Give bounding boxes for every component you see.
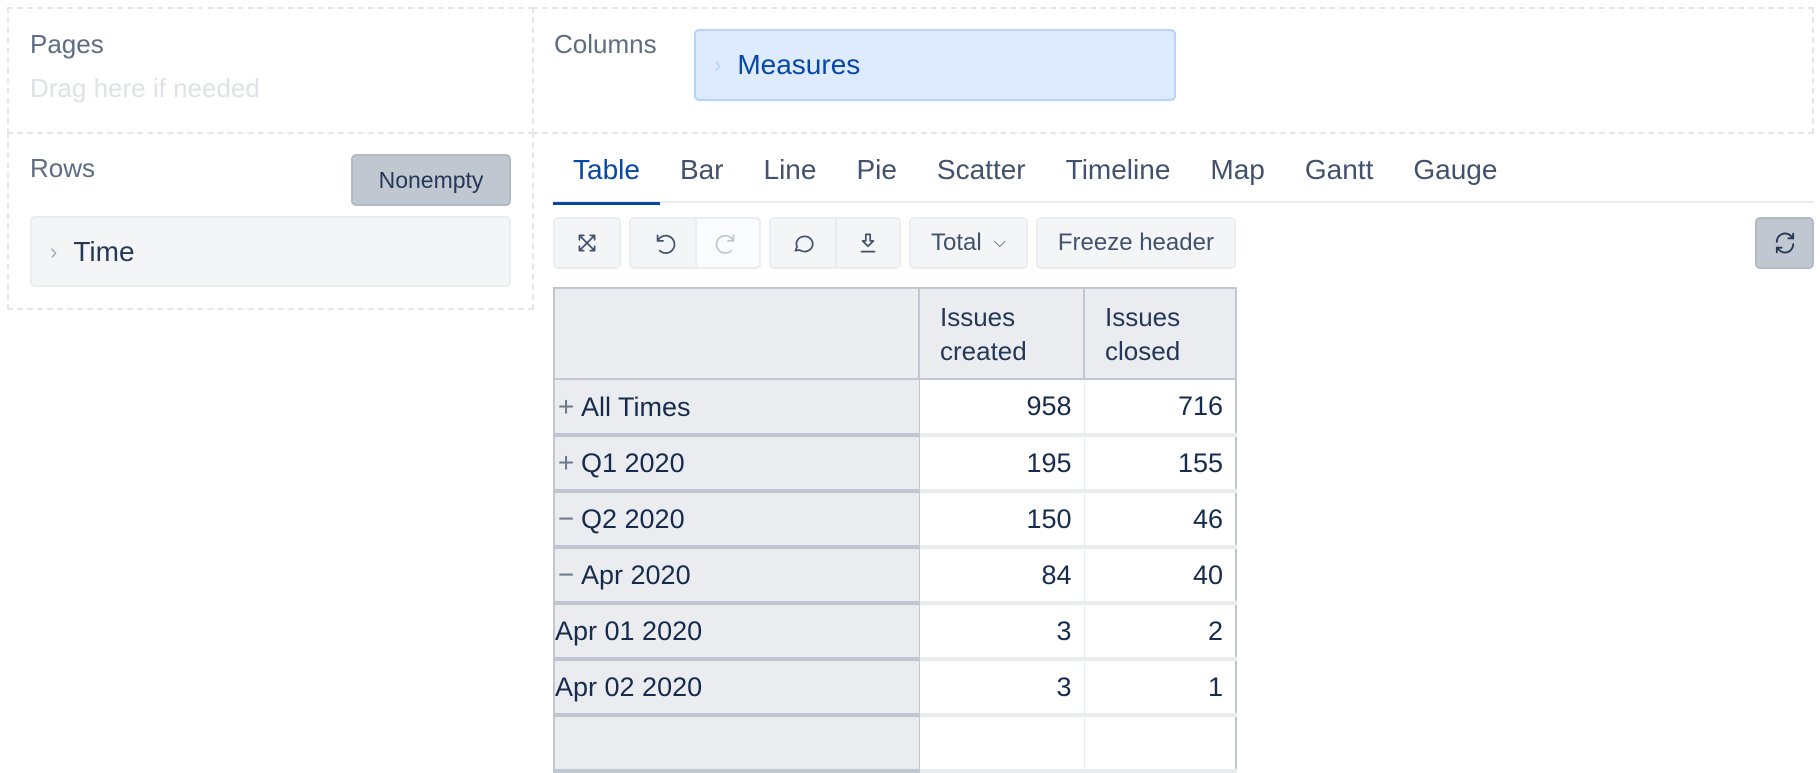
table-row: + Q1 2020 195 155 xyxy=(553,435,1237,493)
cell-issues-closed[interactable]: 2 xyxy=(1084,603,1237,661)
row-label: Apr 2020 xyxy=(581,560,691,590)
table-row: − Q2 2020 150 46 xyxy=(553,491,1237,549)
chevron-right-icon[interactable]: › xyxy=(714,52,721,78)
row-label: Q2 2020 xyxy=(581,504,685,534)
undo-icon xyxy=(656,234,676,254)
pages-hint: Drag here if needed xyxy=(30,73,260,103)
row-header[interactable]: − Apr 2020 xyxy=(553,547,920,605)
redo-icon xyxy=(715,234,735,254)
tab-bar[interactable]: Bar xyxy=(660,148,744,203)
tab-line[interactable]: Line xyxy=(744,148,837,203)
cell-issues-created[interactable]: 84 xyxy=(919,547,1085,605)
share-group xyxy=(769,217,901,269)
tab-gauge[interactable]: Gauge xyxy=(1393,148,1517,203)
table-row: + All Times 958 716 xyxy=(553,379,1237,437)
row-header[interactable]: Apr 02 2020 xyxy=(553,659,920,717)
rows-drop-zone[interactable]: Rows Nonempty › Time xyxy=(7,132,534,310)
row-header[interactable]: − Q2 2020 xyxy=(553,491,920,549)
corner-header xyxy=(553,287,920,380)
cell-issues-created[interactable]: 3 xyxy=(919,603,1085,661)
column-header-issues-created[interactable]: Issues created xyxy=(918,287,1085,380)
toolbar: Total ⌵ Freeze header xyxy=(553,217,1236,269)
cell-issues-closed[interactable] xyxy=(1084,715,1237,773)
expand-icon[interactable]: + xyxy=(555,447,577,479)
cell-issues-created[interactable]: 3 xyxy=(919,659,1085,717)
fullscreen-button[interactable] xyxy=(555,219,619,267)
fullscreen-group xyxy=(553,217,621,269)
download-icon xyxy=(860,233,876,253)
row-label: Apr 01 2020 xyxy=(555,615,703,646)
chevron-right-icon[interactable]: › xyxy=(50,239,57,265)
row-label: Q1 2020 xyxy=(581,448,685,478)
cell-issues-closed[interactable]: 1 xyxy=(1084,659,1237,717)
time-dimension-chip[interactable]: › Time xyxy=(30,216,511,287)
redo-button[interactable] xyxy=(695,219,759,267)
cell-issues-closed[interactable]: 46 xyxy=(1084,491,1237,549)
cell-issues-created[interactable]: 150 xyxy=(919,491,1085,549)
tab-table[interactable]: Table xyxy=(553,148,660,205)
row-header[interactable] xyxy=(553,715,920,773)
chevron-down-icon: ⌵ xyxy=(993,234,1006,251)
refresh-icon xyxy=(1775,232,1794,254)
comment-icon xyxy=(794,235,814,253)
collapse-icon[interactable]: − xyxy=(555,559,577,591)
row-label: Apr 02 2020 xyxy=(555,671,703,702)
measures-dimension-label: Measures xyxy=(737,49,861,80)
row-header[interactable]: + All Times xyxy=(553,379,920,437)
table-row xyxy=(553,715,1237,773)
comment-button[interactable] xyxy=(771,219,835,267)
cell-issues-closed[interactable]: 155 xyxy=(1084,435,1237,493)
nonempty-button[interactable]: Nonempty xyxy=(351,154,511,206)
tab-timeline[interactable]: Timeline xyxy=(1046,148,1191,203)
undo-button[interactable] xyxy=(631,219,695,267)
refresh-button[interactable] xyxy=(1755,217,1814,269)
row-header[interactable]: + Q1 2020 xyxy=(553,435,920,493)
collapse-icon[interactable]: − xyxy=(555,503,577,535)
tab-pie[interactable]: Pie xyxy=(836,148,916,203)
row-header[interactable]: Apr 01 2020 xyxy=(553,603,920,661)
fullscreen-icon xyxy=(578,234,596,252)
pages-title: Pages xyxy=(30,29,104,59)
tab-scatter[interactable]: Scatter xyxy=(917,148,1046,203)
expand-icon[interactable]: + xyxy=(555,391,577,423)
columns-title: Columns xyxy=(554,29,657,59)
history-group xyxy=(629,217,761,269)
pages-drop-zone[interactable]: Pages Drag here if needed xyxy=(7,7,534,134)
columns-drop-zone[interactable]: Columns › Measures xyxy=(532,7,1814,134)
table-row: Apr 01 2020 3 2 xyxy=(553,603,1237,661)
measures-dimension-chip[interactable]: › Measures xyxy=(694,29,1176,101)
pivot-table: Issues created Issues closed + All Times 9… xyxy=(553,287,1237,773)
table-row: Apr 02 2020 3 1 xyxy=(553,659,1237,717)
view-tabs: Table Bar Line Pie Scatter Timeline Map … xyxy=(553,148,1814,205)
cell-issues-created[interactable]: 195 xyxy=(919,435,1085,493)
rows-title: Rows xyxy=(30,153,96,183)
tab-gantt[interactable]: Gantt xyxy=(1285,148,1393,203)
freeze-header-button[interactable]: Freeze header xyxy=(1035,217,1236,269)
cell-issues-created[interactable]: 958 xyxy=(919,379,1085,437)
column-header-issues-closed[interactable]: Issues closed xyxy=(1083,287,1237,380)
freeze-header-label: Freeze header xyxy=(1037,219,1234,267)
table-row: − Apr 2020 84 40 xyxy=(553,547,1237,605)
cell-issues-closed[interactable]: 40 xyxy=(1084,547,1237,605)
tab-map[interactable]: Map xyxy=(1190,148,1284,203)
time-dimension-label: Time xyxy=(73,235,135,267)
download-button[interactable] xyxy=(835,219,899,267)
total-label: Total xyxy=(931,229,982,256)
cell-issues-closed[interactable]: 716 xyxy=(1084,379,1237,437)
row-label: All Times xyxy=(581,391,691,422)
cell-issues-created[interactable] xyxy=(919,715,1085,773)
total-dropdown[interactable]: Total ⌵ xyxy=(909,217,1028,269)
